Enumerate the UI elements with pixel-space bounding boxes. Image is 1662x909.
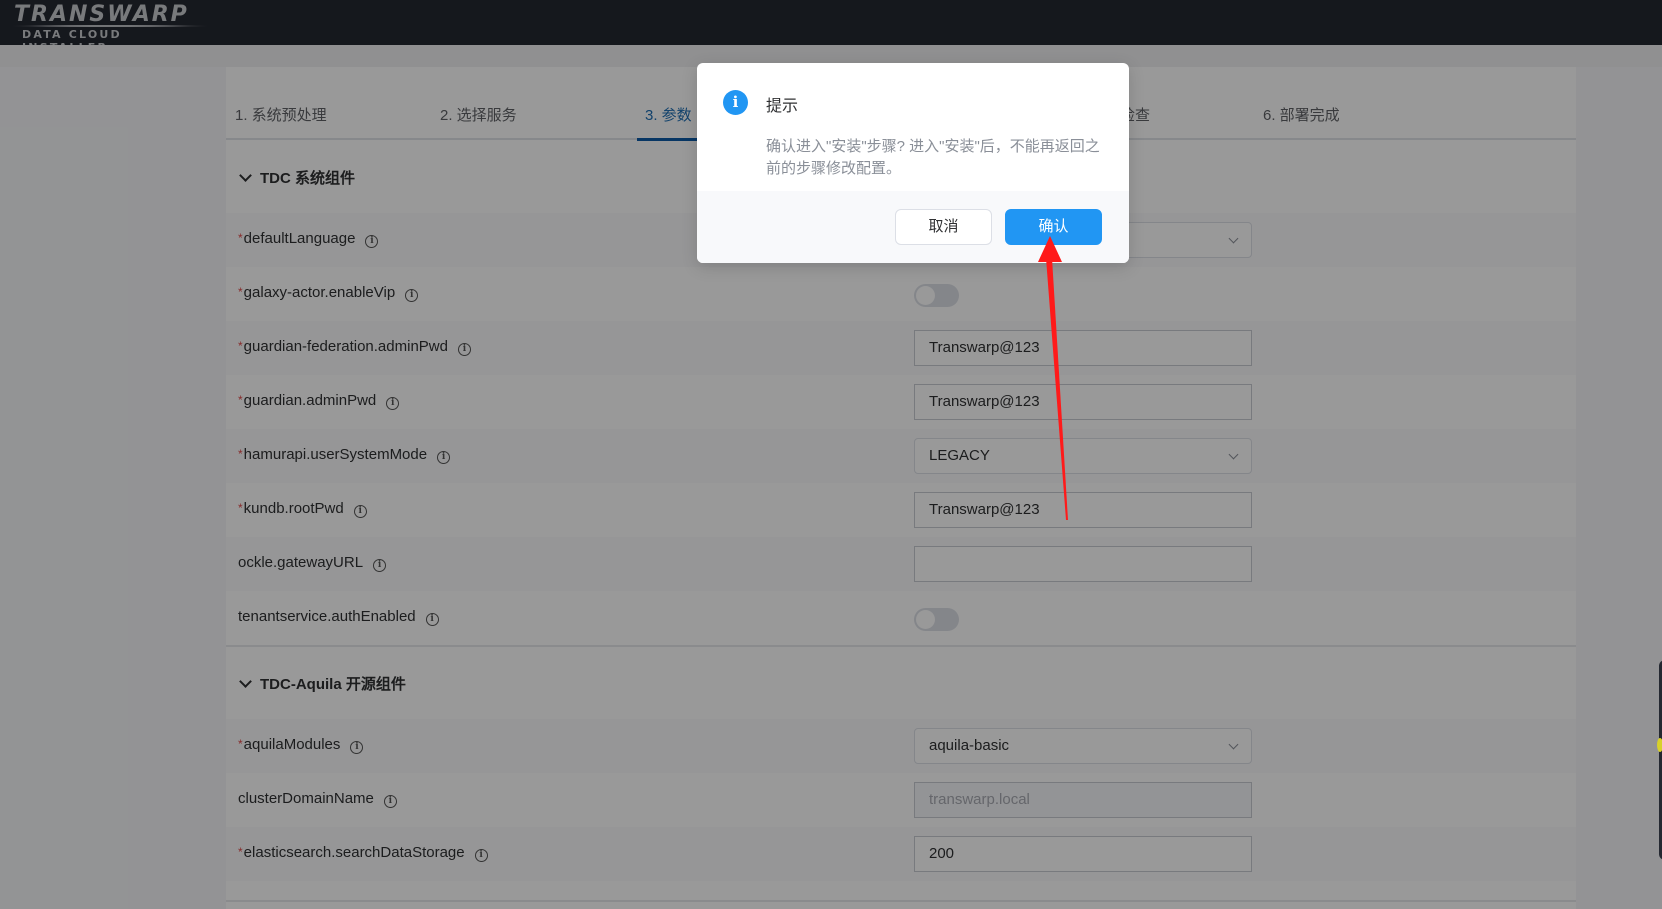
info-icon: i xyxy=(723,90,748,115)
confirm-dialog: i 提示 确认进入"安装"步骤? 进入"安装"后，不能再返回之前的步骤修改配置。… xyxy=(697,63,1129,263)
confirm-button[interactable]: 确认 xyxy=(1005,209,1102,245)
widget-indicator xyxy=(1657,738,1662,752)
cancel-button[interactable]: 取消 xyxy=(895,209,992,245)
dialog-title: 提示 xyxy=(766,98,799,115)
dialog-message: 确认进入"安装"步骤? 进入"安装"后，不能再返回之前的步骤修改配置。 xyxy=(766,138,1100,177)
